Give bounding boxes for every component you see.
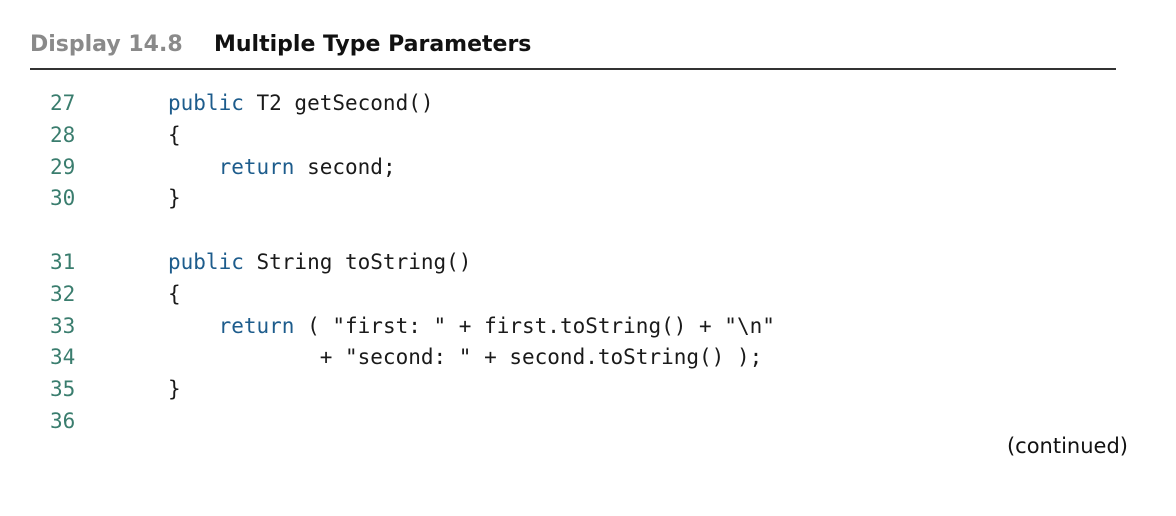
code-text: return ( "first: " + first.toString() + …	[218, 313, 775, 338]
keyword: return	[218, 313, 295, 338]
display-title: Multiple Type Parameters	[214, 32, 532, 57]
display-number: Display 14.8	[30, 32, 183, 57]
code-line: 34 + "second: " + second.toString() );	[0, 342, 1176, 374]
line-number: 34	[50, 345, 76, 370]
code-line: 32 {	[0, 279, 1176, 311]
code-listing: 27 public T2 getSecond() 28 { 29 return …	[0, 88, 1176, 438]
line-number: 36	[50, 408, 76, 433]
keyword: public	[168, 249, 244, 274]
line-number: 35	[50, 377, 76, 402]
line-number: 29	[50, 154, 76, 179]
keyword: public	[168, 91, 244, 115]
line-number: 31	[50, 249, 76, 274]
code-text: return second;	[218, 154, 396, 179]
code-line: 30 }	[0, 183, 1176, 215]
code-line: 35 }	[0, 374, 1176, 406]
line-number: 32	[50, 281, 76, 306]
code-line: 31 public String toString()	[0, 247, 1176, 279]
continued-note: (continued)	[1006, 434, 1128, 458]
blank-gap	[0, 215, 1176, 247]
code-text: public T2 getSecond()	[168, 91, 434, 115]
line-number: 30	[50, 186, 76, 211]
code-line: 33 return ( "first: " + first.toString()…	[0, 311, 1176, 343]
code-text: public String toString()	[168, 249, 472, 274]
code-text: + "second: " + second.toString() );	[319, 345, 763, 370]
display-header: Display 14.8 Multiple Type Parameters	[30, 28, 1116, 70]
code-text: {	[168, 122, 181, 147]
code-line: 29 return second;	[0, 152, 1176, 184]
code-text: }	[168, 377, 181, 402]
keyword: return	[218, 154, 295, 179]
line-number: 33	[50, 313, 76, 338]
code-line: 27 public T2 getSecond()	[0, 88, 1176, 120]
code-text: {	[168, 281, 181, 306]
code-line: 28 {	[0, 120, 1176, 152]
line-number: 27	[50, 91, 76, 115]
code-line: 36	[0, 406, 1176, 438]
line-number: 28	[50, 122, 76, 147]
code-text: }	[168, 186, 181, 211]
